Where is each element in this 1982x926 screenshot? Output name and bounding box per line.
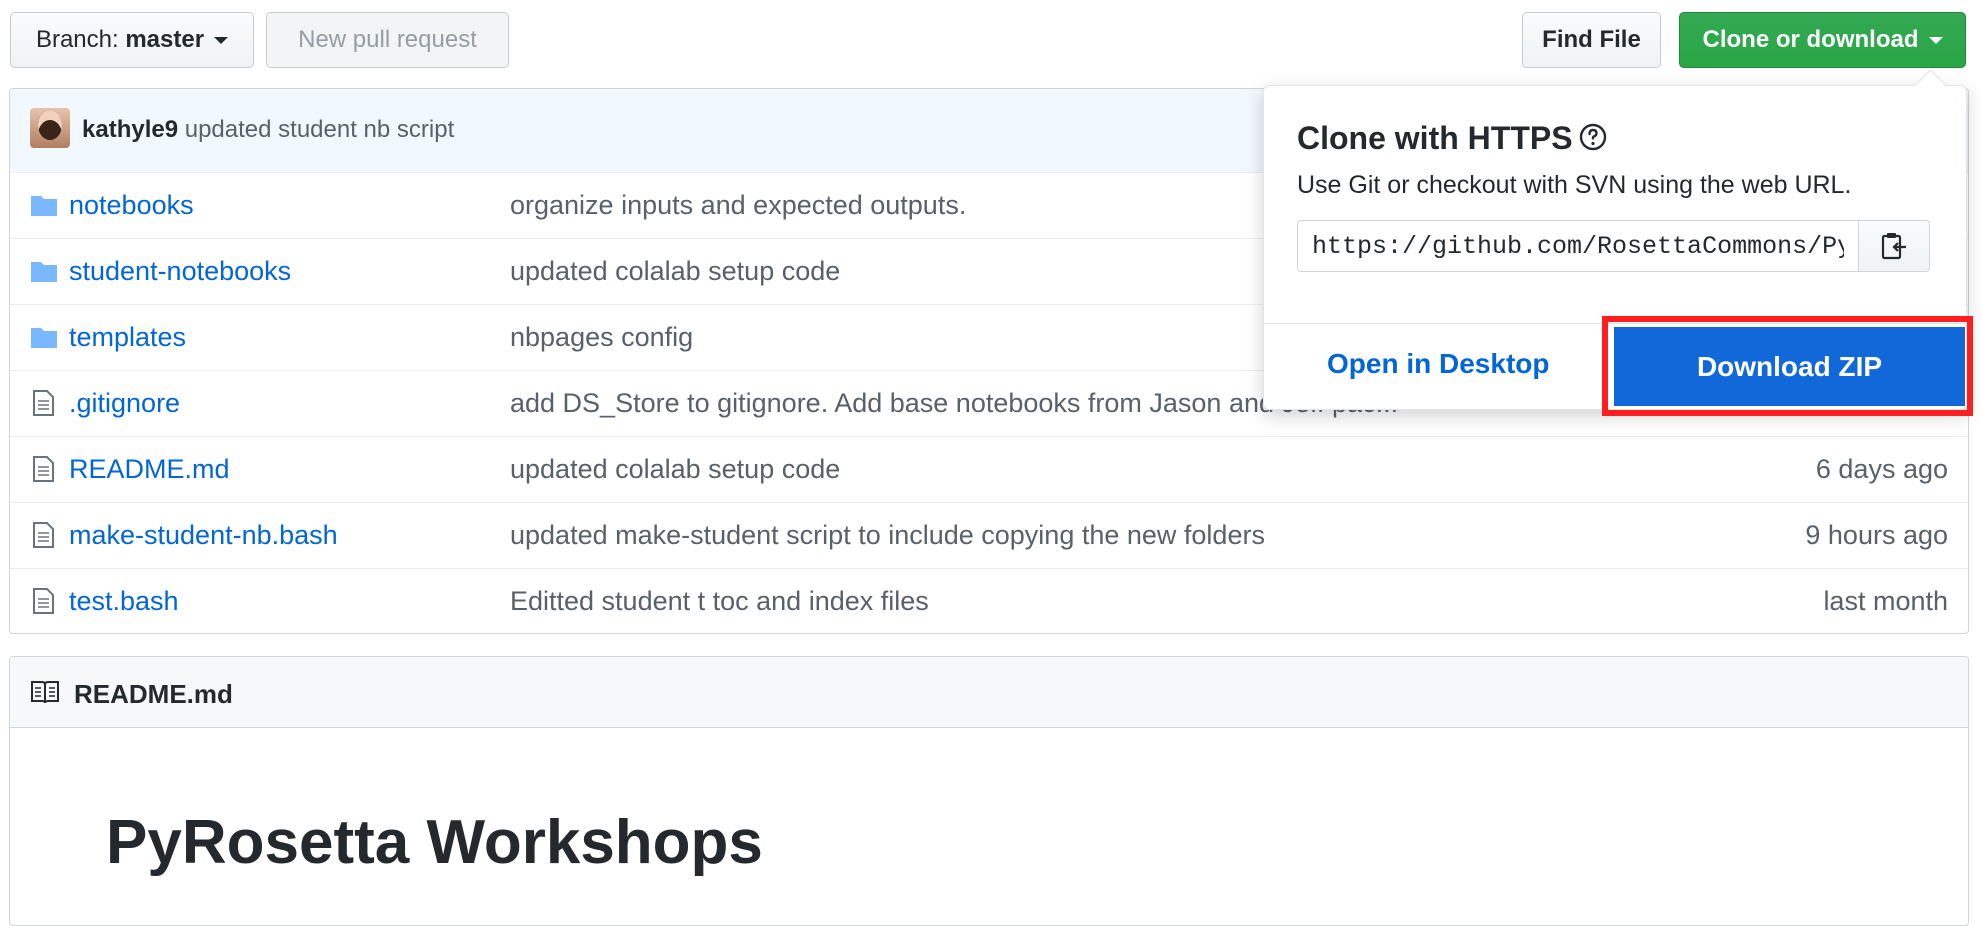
clone-url-input[interactable] bbox=[1297, 220, 1859, 272]
file-row: README.md updated colalab setup code 6 d… bbox=[10, 436, 1968, 502]
file-commit-message[interactable]: organize inputs and expected outputs. bbox=[510, 190, 966, 221]
file-name[interactable]: make-student-nb.bash bbox=[69, 520, 338, 551]
commit-author[interactable]: kathyle9 bbox=[82, 116, 178, 143]
file-icon bbox=[33, 522, 54, 548]
file-commit-message[interactable]: nbpages config bbox=[510, 322, 693, 353]
commit-summary: kathyle9 updated student nb script bbox=[82, 116, 454, 144]
file-icon bbox=[33, 588, 54, 614]
new-pull-request-label: New pull request bbox=[298, 26, 477, 53]
file-name[interactable]: README.md bbox=[69, 454, 230, 485]
folder-icon bbox=[31, 196, 57, 216]
new-pull-request-button[interactable]: New pull request bbox=[266, 12, 509, 68]
file-age: last month bbox=[1823, 586, 1948, 616]
file-age: 6 days ago bbox=[1815, 454, 1948, 484]
clone-dropdown-description: Use Git or checkout with SVN using the w… bbox=[1297, 171, 1852, 199]
file-row: test.bash Editted student t toc and inde… bbox=[10, 568, 1968, 633]
file-icon bbox=[33, 390, 54, 416]
folder-icon bbox=[31, 262, 57, 282]
branch-name: master bbox=[125, 26, 205, 53]
file-commit-message[interactable]: updated colalab setup code bbox=[510, 256, 840, 287]
find-file-label: Find File bbox=[1542, 26, 1641, 53]
chevron-down-icon bbox=[214, 36, 229, 44]
readme-filename: README.md bbox=[74, 679, 233, 709]
file-name[interactable]: templates bbox=[69, 322, 186, 353]
clone-dropdown-title: Clone with HTTPS bbox=[1297, 120, 1573, 156]
file-name[interactable]: student-notebooks bbox=[69, 256, 291, 287]
readme-header: README.md bbox=[10, 657, 1968, 728]
file-name[interactable]: notebooks bbox=[69, 190, 194, 221]
highlight-box bbox=[1602, 316, 1973, 416]
folder-icon bbox=[31, 328, 57, 348]
commit-message[interactable]: updated student nb script bbox=[185, 116, 455, 143]
file-name[interactable]: .gitignore bbox=[69, 388, 180, 419]
branch-prefix: Branch: bbox=[35, 26, 119, 53]
file-row: make-student-nb.bash updated make-studen… bbox=[10, 502, 1968, 568]
readme-heading: PyRosetta Workshops bbox=[106, 808, 763, 877]
file-name[interactable]: test.bash bbox=[69, 586, 179, 617]
clone-or-download-label: Clone or download bbox=[1702, 26, 1919, 53]
file-commit-message[interactable]: updated colalab setup code bbox=[510, 454, 840, 485]
branch-select-button[interactable]: Branch: master bbox=[10, 12, 254, 68]
chevron-down-icon bbox=[1928, 36, 1943, 44]
avatar[interactable] bbox=[30, 108, 70, 148]
file-icon bbox=[33, 456, 54, 482]
clipboard-icon bbox=[1881, 233, 1906, 260]
find-file-button[interactable]: Find File bbox=[1522, 12, 1661, 68]
book-icon bbox=[31, 681, 59, 704]
file-commit-message[interactable]: Editted student t toc and index files bbox=[510, 586, 929, 617]
open-in-desktop-button[interactable]: Open in Desktop bbox=[1327, 348, 1549, 380]
file-commit-message[interactable]: updated make-student script to include c… bbox=[510, 520, 1265, 551]
question-icon[interactable] bbox=[1579, 123, 1607, 151]
copy-to-clipboard-button[interactable] bbox=[1859, 220, 1930, 272]
clone-or-download-button[interactable]: Clone or download bbox=[1679, 12, 1966, 68]
readme-panel: README.md PyRosetta Workshops bbox=[9, 656, 1969, 926]
file-age: 9 hours ago bbox=[1805, 520, 1948, 550]
